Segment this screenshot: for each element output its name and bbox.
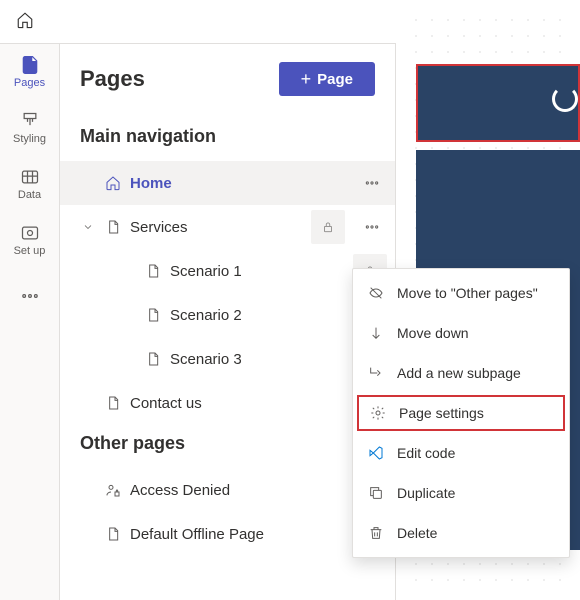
brush-icon xyxy=(20,111,40,131)
section-main-nav: Main navigation xyxy=(60,118,395,161)
menu-add-subpage[interactable]: Add a new subpage xyxy=(353,353,569,393)
menu-edit-code[interactable]: Edit code xyxy=(353,433,569,473)
chevron-down-icon[interactable] xyxy=(80,221,96,233)
tree-label: Access Denied xyxy=(130,482,389,499)
rail-item-data[interactable]: Data xyxy=(0,156,60,212)
person-lock-icon xyxy=(104,481,122,499)
tree-row-home[interactable]: Home xyxy=(60,161,395,205)
arrow-down-icon xyxy=(367,324,385,342)
add-page-button[interactable]: + Page xyxy=(279,62,375,96)
rail-label: Data xyxy=(18,189,41,201)
context-menu: Move to "Other pages" Move down Add a ne… xyxy=(352,268,570,558)
plus-icon: + xyxy=(301,70,312,88)
page-icon xyxy=(104,525,122,543)
tree-label: Scenario 1 xyxy=(170,263,345,280)
menu-move-to-other[interactable]: Move to "Other pages" xyxy=(353,273,569,313)
pages-panel: Pages + Page Main navigation Home Servic… xyxy=(60,0,396,600)
rail-item-setup[interactable]: Set up xyxy=(0,212,60,268)
page-icon xyxy=(144,306,162,324)
vscode-icon xyxy=(367,444,385,462)
rail-label: Set up xyxy=(14,245,46,257)
section-other-pages: Other pages xyxy=(60,425,395,468)
add-page-label: Page xyxy=(317,71,353,88)
rail-label: Styling xyxy=(13,133,46,145)
gear-icon xyxy=(369,404,387,422)
more-button[interactable] xyxy=(355,210,389,244)
tree-row-contact[interactable]: Contact us xyxy=(60,381,395,425)
more-button[interactable] xyxy=(355,166,389,200)
tree-label: Contact us xyxy=(130,395,389,412)
menu-label: Move down xyxy=(397,325,469,341)
menu-label: Move to "Other pages" xyxy=(397,285,538,301)
main-nav-tree: Home Services Scenario 1 Scenario 2 xyxy=(60,161,395,425)
rail-item-pages[interactable]: Pages xyxy=(0,44,60,100)
page-icon xyxy=(104,394,122,412)
menu-label: Duplicate xyxy=(397,485,455,501)
menu-page-settings[interactable]: Page settings xyxy=(357,395,565,431)
menu-label: Add a new subpage xyxy=(397,365,521,381)
menu-label: Edit code xyxy=(397,445,455,461)
spinner-icon xyxy=(552,86,578,112)
home-icon[interactable] xyxy=(16,11,34,32)
pages-icon xyxy=(20,55,40,75)
data-icon xyxy=(20,167,40,187)
rail-label: Pages xyxy=(14,77,45,89)
duplicate-icon xyxy=(367,484,385,502)
menu-label: Delete xyxy=(397,525,437,541)
tree-row-default-offline[interactable]: Default Offline Page xyxy=(60,512,395,556)
tree-label: Scenario 2 xyxy=(170,307,345,324)
page-icon xyxy=(144,262,162,280)
other-pages-tree: Access Denied Default Offline Page xyxy=(60,468,395,556)
menu-duplicate[interactable]: Duplicate xyxy=(353,473,569,513)
panel-title: Pages xyxy=(80,66,145,92)
home-icon xyxy=(104,174,122,192)
subpage-icon xyxy=(367,364,385,382)
tree-row-scenario1[interactable]: Scenario 1 xyxy=(60,249,395,293)
rail-item-styling[interactable]: Styling xyxy=(0,100,60,156)
tree-label: Scenario 3 xyxy=(170,351,345,368)
page-icon xyxy=(144,350,162,368)
eye-off-icon xyxy=(367,284,385,302)
setup-icon xyxy=(20,223,40,243)
canvas-frame-header[interactable] xyxy=(416,64,580,142)
left-rail: Pages Styling Data Set up xyxy=(0,0,60,600)
more-icon xyxy=(20,286,40,306)
lock-icon xyxy=(311,210,345,244)
tree-row-scenario2[interactable]: Scenario 2 xyxy=(60,293,395,337)
menu-move-down[interactable]: Move down xyxy=(353,313,569,353)
tree-row-services[interactable]: Services xyxy=(60,205,395,249)
tree-label: Default Offline Page xyxy=(130,526,389,543)
tree-row-access-denied[interactable]: Access Denied xyxy=(60,468,395,512)
rail-item-more[interactable] xyxy=(0,268,60,324)
trash-icon xyxy=(367,524,385,542)
page-icon xyxy=(104,218,122,236)
tree-label: Home xyxy=(130,175,347,192)
tree-row-scenario3[interactable]: Scenario 3 xyxy=(60,337,395,381)
menu-label: Page settings xyxy=(399,405,484,421)
menu-delete[interactable]: Delete xyxy=(353,513,569,553)
tree-label: Services xyxy=(130,219,303,236)
